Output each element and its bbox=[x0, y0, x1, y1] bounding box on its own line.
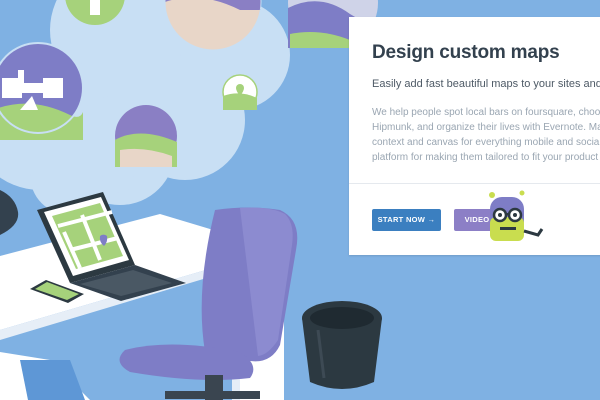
card-description: We help people spot local bars on foursq… bbox=[372, 105, 600, 165]
description-line: We help people spot local bars on foursq… bbox=[372, 107, 600, 118]
card-divider bbox=[349, 183, 600, 184]
description-line: context and canvas for everything mobile… bbox=[372, 137, 600, 148]
description-line: Hipmunk, and organize their lives with E… bbox=[372, 122, 600, 133]
map-pin-bubble bbox=[222, 74, 258, 110]
card-subtitle: Easily add fast beautiful maps to your s… bbox=[372, 78, 600, 90]
dark-blob bbox=[0, 190, 19, 235]
robot-mascot-icon bbox=[489, 190, 544, 241]
card-title: Design custom maps bbox=[372, 42, 560, 63]
start-now-button[interactable]: START NOW → bbox=[372, 209, 441, 231]
feature-card: Design custom maps Easily add fast beaut… bbox=[349, 17, 600, 255]
satellite-bubble bbox=[0, 42, 84, 140]
description-line: platform for making them tailored to fit… bbox=[372, 152, 599, 163]
landscape-bubble-mid bbox=[115, 105, 177, 167]
trash-can bbox=[302, 301, 382, 389]
